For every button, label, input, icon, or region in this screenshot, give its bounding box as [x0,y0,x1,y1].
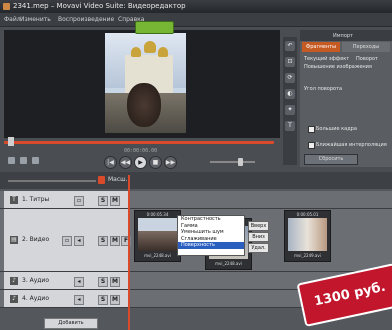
tab-transitions[interactable]: Переходы [342,42,390,52]
current-effect-label: Текущий эффект [304,56,350,62]
window-title: 2341.mep – Movavi Video Suite: Видеореда… [13,2,186,10]
track-name: 2. Видео [22,236,50,243]
text-icon[interactable]: T [285,121,295,131]
speaker-icon[interactable]: ◂ [74,236,84,246]
move-up-button[interactable]: Вверх [248,221,269,231]
clip-filename: mvi_2248.avi [215,261,242,266]
mute-button[interactable]: M [110,195,120,206]
track-titles: T 1. Титры ▫ S M [0,191,392,209]
solo-button[interactable]: S [98,294,108,305]
clip-duration: 0:00:05.01 [296,212,319,217]
effects-list-popup: Контрастность Гамма Уменьшить шум Сглажи… [177,215,245,256]
audio-track-icon: ♪ [10,276,18,285]
seek-bar[interactable] [4,141,274,144]
solo-button[interactable]: S [98,195,108,206]
tab-fragments[interactable]: Фрагменты [302,42,340,52]
interpolation-label: Ближайшая интерполяция [316,142,387,148]
rewind-button[interactable]: ◀◀ [119,156,132,169]
app-window: 2341.mep – Movavi Video Suite: Видеореда… [0,0,392,330]
fullscreen-icon[interactable] [20,157,27,164]
crop-icon[interactable]: ⊡ [285,57,295,67]
timecode: 00:00:00.00 [124,148,158,154]
panel-tabs: Импорт [300,30,392,41]
volume-slider[interactable] [210,161,255,163]
seek-handle[interactable] [8,137,14,146]
track-name: 4. Аудио [22,294,50,302]
clip-thumbnail [288,218,327,251]
clip-filename: mvi_2249.avi [294,253,321,258]
effect-item-surface[interactable]: Поверхность [178,242,244,249]
undo-icon[interactable]: ↶ [285,41,295,51]
speaker-icon[interactable]: ◂ [74,294,84,305]
volume-knob[interactable] [238,158,243,166]
folder-icon[interactable]: ▫ [74,195,84,206]
audio-track-icon: ♪ [10,294,18,303]
large-frame-checkbox[interactable] [308,126,315,133]
aspect-icon[interactable] [32,157,39,164]
track-name: 3. Аудио [22,276,50,284]
speaker-icon[interactable]: ◂ [74,276,84,287]
mute-button[interactable]: M [110,276,120,287]
track-name: 1. Титры [22,195,50,203]
large-frame-label: Большие кадра [316,126,357,132]
current-effect-value[interactable]: Поворот [356,56,378,62]
mute-button[interactable]: M [110,294,120,305]
app-icon [3,3,10,10]
rotation-angle-label: Угол поворота [304,86,343,92]
zoom-slider[interactable] [8,180,96,182]
forward-button[interactable]: ▶▶ [164,156,177,169]
rotate-icon[interactable]: ⟳ [285,73,295,83]
solo-button[interactable]: S [98,236,108,246]
mute-button[interactable]: M [110,236,120,246]
stop-button[interactable]: ■ [149,156,162,169]
track-header: T 1. Титры ▫ S M [4,191,130,208]
clip-thumbnail [138,218,177,251]
add-track-button[interactable]: Добавить [44,318,98,329]
track-header: ▤ 2. Видео ▫ ◂ S M F [4,209,131,271]
text-track-icon: T [10,195,18,204]
effects-panel: Импорт Фрагменты Переходы Текущий эффект… [300,30,392,167]
zoom-label: Масш. [108,176,128,183]
timeline-ruler: Масш. [0,172,392,189]
color-icon[interactable]: ◐ [285,89,295,99]
video-clip[interactable]: 0:00:05.34 mvi_2248.avi [134,210,181,262]
move-down-button[interactable]: Вниз [248,232,269,242]
solo-button[interactable]: S [98,276,108,287]
track-header: ♪ 4. Аудио ◂ S M [4,290,130,307]
clip-filename: mvi_2248.avi [144,253,171,258]
delete-button[interactable]: Удал. [248,243,269,253]
preview-video-frame [105,33,186,133]
play-button[interactable]: ▶ [134,156,147,169]
title-clip[interactable] [135,21,174,34]
menu-playback[interactable]: Воспроизведение [58,13,114,26]
effects-icon[interactable]: ✦ [285,105,295,115]
lock-icon[interactable]: ▫ [62,236,72,246]
preview-area [4,30,280,138]
menu-edit[interactable]: Изменить [20,13,51,26]
playhead[interactable] [128,175,130,330]
track-header: ♪ 3. Аудио ◂ S M [4,272,130,289]
clip-duration: 0:00:05.34 [146,212,169,217]
tab-import[interactable]: Импорт [326,31,360,41]
menu-bar: Файл Изменить Воспроизведение Справка [0,13,392,27]
snapshot-icon[interactable] [8,157,15,164]
zoom-knob[interactable] [98,176,105,184]
menu-file[interactable]: Файл [4,13,21,26]
reset-button[interactable]: Сбросить [304,154,358,165]
video-track-icon: ▤ [10,236,18,244]
prev-frame-button[interactable]: |◀ [104,156,117,169]
image-enhance-label: Повышение изображения [304,64,372,70]
title-bar: 2341.mep – Movavi Video Suite: Видеореда… [0,0,392,13]
video-clip[interactable]: 0:00:05.01 mvi_2249.avi [284,210,331,262]
interpolation-checkbox[interactable] [308,142,315,149]
tool-strip: ↶ ⊡ ⟳ ◐ ✦ T [283,37,297,165]
